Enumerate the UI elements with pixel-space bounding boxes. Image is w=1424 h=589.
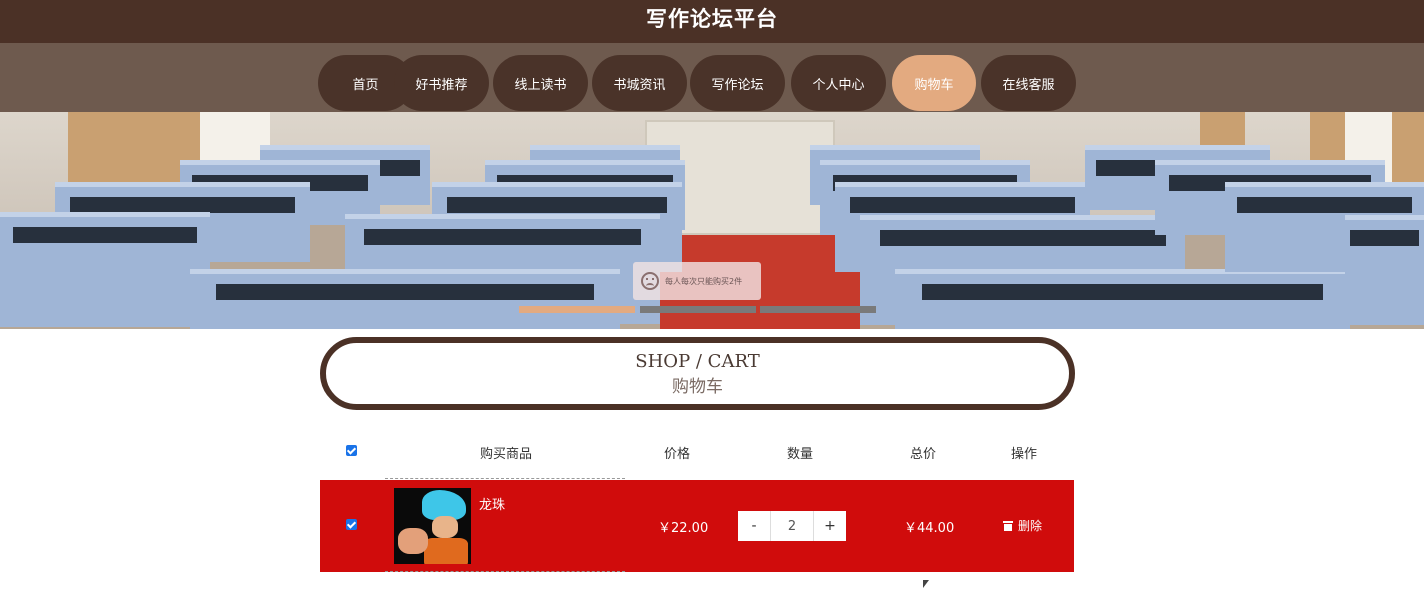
header-quantity: 数量: [787, 447, 814, 462]
toast-text: 每人每次只能购买2件: [665, 276, 743, 286]
banner-desk: [1345, 215, 1424, 325]
nav-item-bookstore-news[interactable]: 书城资讯: [592, 55, 687, 111]
header-total: 总价: [910, 447, 937, 462]
site-title: 写作论坛平台: [646, 7, 778, 31]
quantity-stepper: - 2 +: [738, 511, 846, 541]
delete-label: 删除: [1018, 519, 1043, 533]
toast-message: 每人每次只能购买2件: [633, 262, 761, 300]
quantity-input[interactable]: 2: [770, 511, 814, 541]
header-action: 操作: [1011, 447, 1038, 462]
nav-item-online-reading[interactable]: 线上读书: [493, 55, 588, 111]
select-all-checkbox[interactable]: [346, 445, 357, 456]
decrease-quantity-button[interactable]: -: [738, 511, 770, 541]
mouse-cursor-icon: [923, 580, 929, 588]
section-title-cn: 购物车: [672, 377, 723, 397]
carousel-indicator-3[interactable]: [760, 306, 876, 313]
delete-button[interactable]: 删除: [1003, 517, 1042, 534]
banner-desk: [190, 269, 620, 329]
product-name[interactable]: 龙珠: [479, 494, 505, 513]
cart-table-header: 购买商品 价格 数量 总价 操作: [320, 435, 1074, 469]
nav-item-recommended-books[interactable]: 好书推荐: [394, 55, 489, 111]
item-total: ￥44.00: [904, 521, 955, 536]
product-thumbnail[interactable]: [394, 488, 471, 564]
item-checkbox[interactable]: [346, 519, 357, 530]
carousel-indicator-2[interactable]: [640, 306, 756, 313]
nav-item-writing-forum[interactable]: 写作论坛: [690, 55, 785, 111]
carousel-indicator-1[interactable]: [519, 306, 635, 313]
cart-item-row: 龙珠 ￥22.00 - 2 + ￥44.00 删除: [320, 480, 1074, 572]
banner-curtain: [1392, 112, 1424, 192]
sad-face-icon: [641, 272, 659, 290]
top-header-bar: 写作论坛平台: [0, 0, 1424, 43]
trash-icon: [1003, 520, 1013, 531]
product-price: ￥22.00: [658, 521, 709, 536]
divider: [385, 571, 625, 572]
section-heading: SHOP / CART 购物车: [320, 337, 1075, 410]
banner-desk: [895, 269, 1350, 329]
divider: [385, 478, 625, 479]
increase-quantity-button[interactable]: +: [814, 511, 846, 541]
nav-item-cart[interactable]: 购物车: [892, 55, 976, 111]
section-title-en: SHOP / CART: [635, 351, 760, 372]
nav-item-personal-center[interactable]: 个人中心: [791, 55, 886, 111]
header-price: 价格: [664, 447, 691, 462]
banner-desk: [0, 212, 210, 327]
header-product: 购买商品: [480, 447, 533, 462]
main-nav: 首页 好书推荐 线上读书 书城资讯 写作论坛 个人中心 购物车 在线客服: [0, 43, 1424, 112]
nav-item-customer-service[interactable]: 在线客服: [981, 55, 1076, 111]
